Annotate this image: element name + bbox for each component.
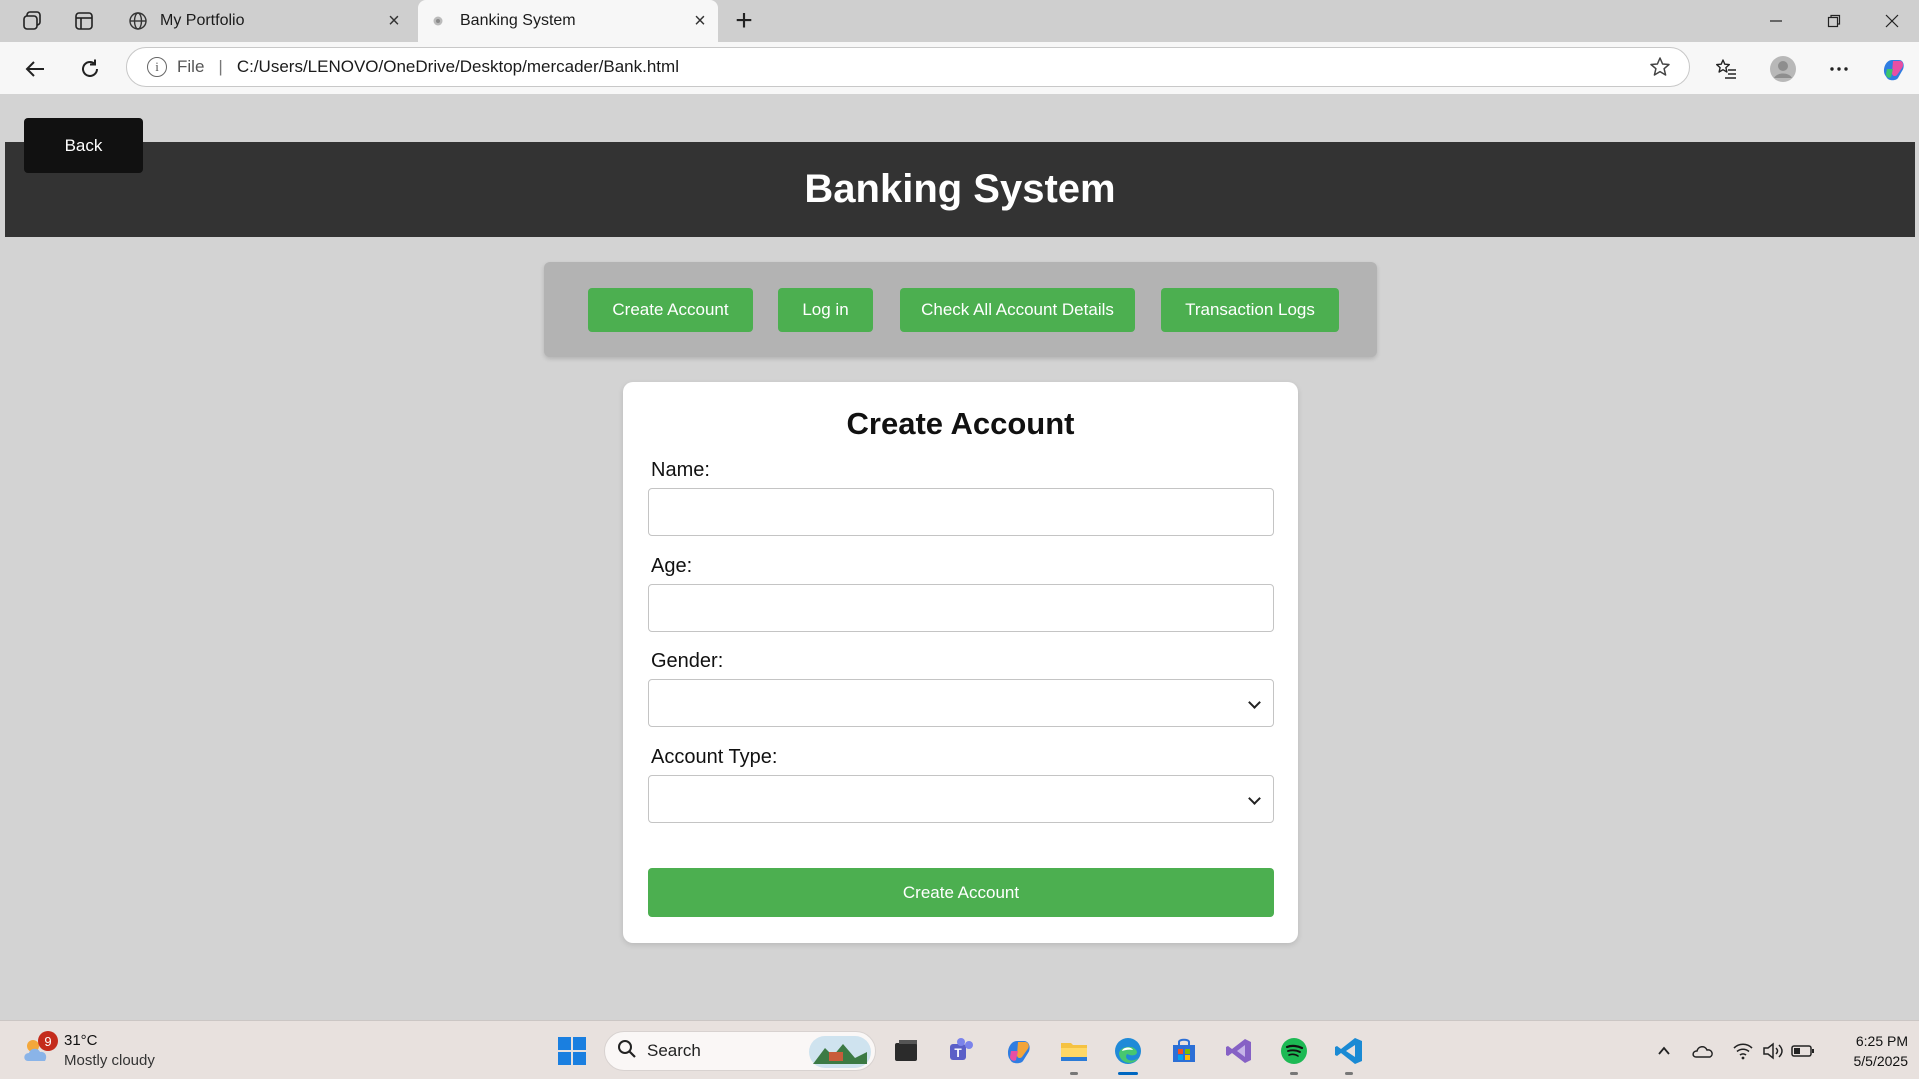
url-text: C:/Users/LENOVO/OneDrive/Desktop/mercade… bbox=[236, 57, 679, 76]
page-favicon-icon bbox=[428, 11, 448, 31]
onedrive-icon[interactable] bbox=[1691, 1039, 1715, 1063]
running-indicator bbox=[1345, 1072, 1353, 1075]
search-highlight-icon bbox=[809, 1036, 871, 1073]
back-arrow-icon[interactable] bbox=[18, 52, 52, 86]
close-tab-icon[interactable]: × bbox=[690, 10, 710, 32]
tab-my-portfolio[interactable]: My Portfolio × bbox=[120, 0, 412, 42]
page-header: Banking System bbox=[5, 142, 1915, 237]
browser-tab-bar: My Portfolio × Banking System × + bbox=[0, 0, 1919, 42]
copilot-icon[interactable] bbox=[1876, 52, 1910, 86]
copilot-app-icon[interactable] bbox=[1000, 1033, 1036, 1069]
weather-widget[interactable]: 9 31°C Mostly cloudy bbox=[20, 1031, 170, 1071]
close-window-icon[interactable] bbox=[1872, 6, 1912, 36]
create-account-submit-button[interactable]: Create Account bbox=[648, 868, 1274, 917]
scheme-label: File bbox=[177, 57, 205, 76]
gender-label: Gender: bbox=[651, 650, 724, 672]
nav-menu: Create Account Log in Check All Account … bbox=[544, 262, 1377, 357]
teams-icon[interactable]: T bbox=[944, 1033, 980, 1069]
vertical-tabs-icon[interactable] bbox=[71, 8, 97, 34]
search-icon bbox=[617, 1039, 637, 1064]
gender-select[interactable] bbox=[648, 679, 1274, 727]
start-icon[interactable] bbox=[554, 1033, 590, 1069]
more-menu-icon[interactable] bbox=[1822, 52, 1856, 86]
account-type-select[interactable] bbox=[648, 775, 1274, 823]
page-viewport: Back Banking System Create Account Log i… bbox=[5, 94, 1915, 1020]
login-nav-button[interactable]: Log in bbox=[778, 288, 873, 332]
refresh-icon[interactable] bbox=[73, 52, 107, 86]
favorite-star-icon[interactable] bbox=[1649, 56, 1671, 78]
running-indicator bbox=[1070, 1072, 1078, 1075]
create-account-nav-button[interactable]: Create Account bbox=[588, 288, 753, 332]
wifi-icon[interactable] bbox=[1731, 1039, 1755, 1063]
back-button[interactable]: Back bbox=[24, 118, 143, 173]
clock-time: 6:25 PM bbox=[1855, 1033, 1908, 1049]
search-label: Search bbox=[647, 1041, 701, 1060]
tab-banking-system[interactable]: Banking System × bbox=[418, 0, 718, 42]
name-input[interactable] bbox=[648, 488, 1274, 536]
tab-title: Banking System bbox=[460, 12, 576, 29]
store-icon[interactable] bbox=[1166, 1033, 1202, 1069]
edge-icon[interactable] bbox=[1110, 1033, 1146, 1075]
spotify-icon[interactable] bbox=[1276, 1033, 1312, 1075]
file-explorer-icon[interactable] bbox=[1056, 1033, 1092, 1075]
taskbar-search[interactable]: Search bbox=[604, 1031, 876, 1071]
globe-icon bbox=[128, 11, 148, 31]
visual-studio-icon[interactable] bbox=[1221, 1033, 1257, 1069]
svg-text:T: T bbox=[954, 1046, 962, 1060]
form-heading: Create Account bbox=[846, 406, 1075, 441]
minimize-icon[interactable] bbox=[1756, 6, 1796, 36]
weather-condition: Mostly cloudy bbox=[64, 1052, 155, 1069]
account-type-label: Account Type: bbox=[651, 746, 778, 768]
age-label: Age: bbox=[651, 555, 693, 577]
running-indicator bbox=[1290, 1072, 1298, 1075]
page-title: Banking System bbox=[804, 167, 1116, 211]
windows-taskbar: 9 31°C Mostly cloudy Search T 6:25 PM 5/… bbox=[0, 1020, 1919, 1079]
battery-icon[interactable] bbox=[1791, 1039, 1815, 1063]
favorites-icon[interactable] bbox=[1709, 52, 1743, 86]
close-tab-icon[interactable]: × bbox=[384, 10, 404, 32]
check-all-accounts-nav-button[interactable]: Check All Account Details bbox=[900, 288, 1135, 332]
active-indicator bbox=[1118, 1072, 1138, 1075]
new-tab-icon[interactable]: + bbox=[730, 6, 758, 36]
chevron-up-icon[interactable] bbox=[1652, 1039, 1676, 1063]
browser-toolbar: i File | C:/Users/LENOVO/OneDrive/Deskto… bbox=[0, 42, 1919, 94]
weather-temp: 31°C bbox=[64, 1032, 98, 1049]
info-icon[interactable]: i bbox=[147, 57, 167, 77]
name-label: Name: bbox=[651, 459, 710, 481]
clock-date: 5/5/2025 bbox=[1853, 1053, 1909, 1069]
workspaces-icon[interactable] bbox=[19, 8, 45, 34]
weather-alert-badge: 9 bbox=[38, 1031, 58, 1051]
address-bar[interactable]: i File | C:/Users/LENOVO/OneDrive/Deskto… bbox=[126, 47, 1690, 87]
age-input[interactable] bbox=[648, 584, 1274, 632]
profile-avatar-icon[interactable] bbox=[1766, 52, 1800, 86]
vscode-icon[interactable] bbox=[1331, 1033, 1367, 1075]
restore-icon[interactable] bbox=[1814, 6, 1854, 36]
create-account-form: Create Account Name: Age: Gender: Accoun… bbox=[623, 382, 1298, 943]
address-divider: | bbox=[218, 57, 223, 76]
tab-title: My Portfolio bbox=[160, 12, 245, 29]
volume-icon[interactable] bbox=[1761, 1039, 1785, 1063]
transaction-logs-nav-button[interactable]: Transaction Logs bbox=[1161, 288, 1339, 332]
task-view-icon[interactable] bbox=[888, 1033, 924, 1069]
taskbar-clock[interactable]: 6:25 PM 5/5/2025 bbox=[1818, 1031, 1909, 1071]
